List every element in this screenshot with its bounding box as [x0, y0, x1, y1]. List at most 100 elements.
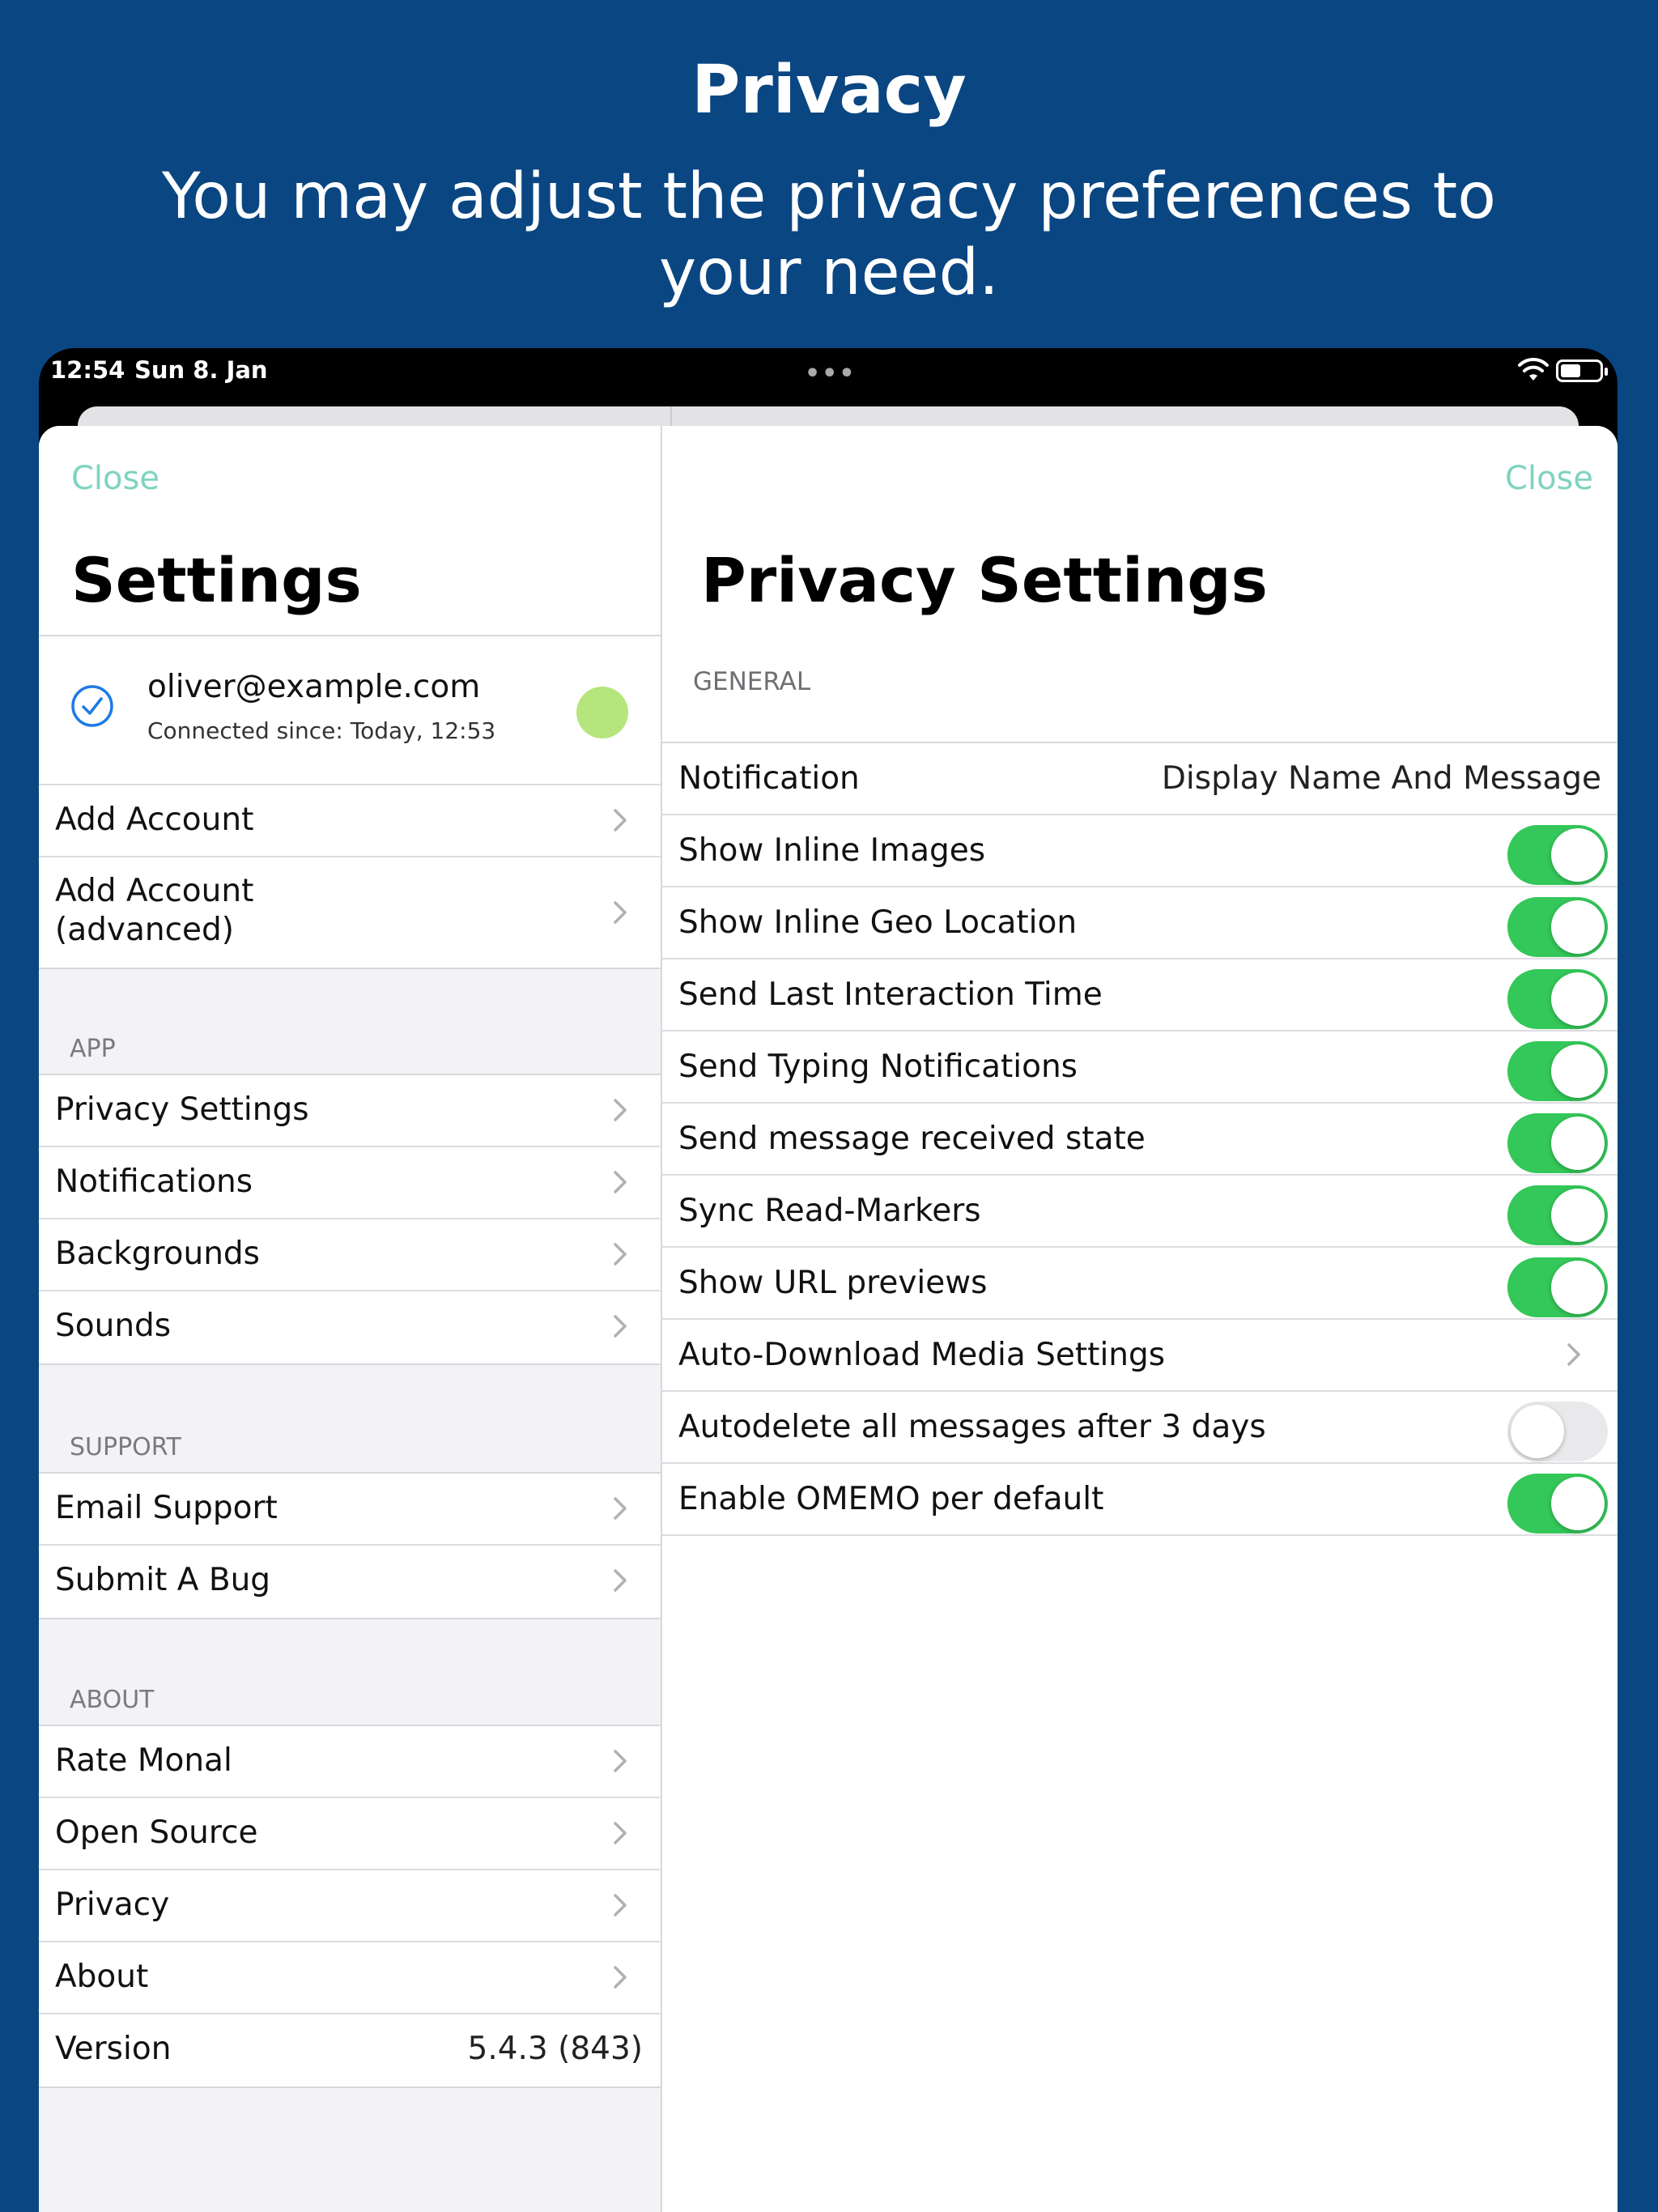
- row-label: Send Last Interaction Time: [678, 976, 1103, 1013]
- notifications-row[interactable]: Notifications: [39, 1147, 661, 1219]
- settings-title: Settings: [71, 544, 362, 616]
- multitasking-dots-icon[interactable]: •••: [805, 359, 857, 388]
- online-status-dot: [576, 687, 628, 738]
- status-time: 12:54: [50, 356, 125, 384]
- row-label: Autodelete all messages after 3 days: [678, 1409, 1266, 1445]
- about-section: Rate Monal Open Source Privacy About Ver…: [39, 1725, 661, 2088]
- add-account-advanced-row[interactable]: Add Account (advanced): [39, 857, 661, 968]
- toggle-row: Show Inline Images: [662, 815, 1618, 887]
- row-label: Add Account (advanced): [55, 873, 254, 948]
- auto-download-media-row[interactable]: Auto-Download Media Settings: [662, 1320, 1618, 1392]
- toggle-row: Send Last Interaction Time: [662, 959, 1618, 1032]
- row-label: About: [55, 1959, 149, 1995]
- notification-row[interactable]: Notification Display Name And Message: [662, 743, 1618, 815]
- privacy-title: Privacy Settings: [701, 544, 1268, 616]
- about-section-header: ABOUT: [70, 1686, 155, 1714]
- account-connection-status: Connected since: Today, 12:53: [147, 717, 496, 744]
- privacy-row[interactable]: Privacy: [39, 1870, 661, 1942]
- row-label: Privacy Settings: [55, 1091, 309, 1128]
- chevron-right-icon: [1567, 1343, 1580, 1366]
- row-label: Rate Monal: [55, 1742, 232, 1779]
- row-label: Enable OMEMO per default: [678, 1481, 1104, 1517]
- chevron-right-icon: [614, 1894, 627, 1916]
- rate-monal-row[interactable]: Rate Monal: [39, 1726, 661, 1798]
- row-label: Show Inline Geo Location: [678, 904, 1078, 941]
- row-label: Sounds: [55, 1308, 172, 1344]
- enable-omemo-toggle[interactable]: [1507, 1474, 1608, 1534]
- row-label: Add Account: [55, 802, 254, 838]
- chevron-right-icon: [614, 1750, 627, 1772]
- battery-icon: [1556, 359, 1608, 382]
- status-date: Sun 8. Jan: [134, 356, 268, 384]
- privacy-options-list: Notification Display Name And Message Sh…: [662, 742, 1618, 1536]
- show-inline-geo-location-toggle[interactable]: [1507, 897, 1608, 957]
- toggle-row: Show URL previews: [662, 1248, 1618, 1320]
- row-label: Notifications: [55, 1163, 253, 1200]
- chevron-right-icon: [614, 1171, 627, 1193]
- support-section-header: SUPPORT: [70, 1433, 181, 1461]
- add-account-row[interactable]: Add Account: [39, 785, 661, 857]
- email-support-row[interactable]: Email Support: [39, 1474, 661, 1546]
- chevron-right-icon: [614, 1966, 627, 1989]
- settings-sheet: Close Settings oliver@example.com Connec…: [39, 426, 1618, 2212]
- sync-read-markers-toggle[interactable]: [1507, 1185, 1608, 1245]
- chevron-right-icon: [614, 1243, 627, 1266]
- row-label: Sync Read-Markers: [678, 1193, 981, 1229]
- backgrounds-row[interactable]: Backgrounds: [39, 1219, 661, 1291]
- row-label: Open Source: [55, 1814, 258, 1851]
- chevron-right-icon: [614, 1099, 627, 1121]
- row-label: Backgrounds: [55, 1236, 260, 1272]
- row-label: Version: [55, 2031, 172, 2067]
- about-row[interactable]: About: [39, 1942, 661, 2014]
- settings-close-button[interactable]: Close: [71, 460, 159, 497]
- show-inline-images-toggle[interactable]: [1507, 825, 1608, 885]
- submit-bug-row[interactable]: Submit A Bug: [39, 1546, 661, 1618]
- toggle-row: Sync Read-Markers: [662, 1176, 1618, 1248]
- wifi-icon: [1518, 357, 1549, 381]
- row-label: Notification: [678, 760, 860, 797]
- checkmark-circle-icon: [71, 685, 113, 727]
- row-label: Privacy: [55, 1887, 170, 1923]
- banner-subtitle: You may adjust the privacy preferences t…: [162, 160, 1496, 309]
- chevron-right-icon: [614, 1497, 627, 1520]
- chevron-right-icon: [614, 1822, 627, 1844]
- toggle-row: Send message received state: [662, 1104, 1618, 1176]
- open-source-row[interactable]: Open Source: [39, 1798, 661, 1870]
- ipad-screen: 12:54 Sun 8. Jan ••• Close Settings oliv…: [39, 348, 1618, 2212]
- account-row[interactable]: oliver@example.com Connected since: Toda…: [39, 636, 661, 785]
- row-label: Auto-Download Media Settings: [678, 1337, 1166, 1373]
- row-label: Submit A Bug: [55, 1562, 271, 1598]
- toggle-row: Enable OMEMO per default: [662, 1464, 1618, 1536]
- toggle-row: Send Typing Notifications: [662, 1032, 1618, 1104]
- app-section-header: APP: [70, 1035, 116, 1063]
- settings-header: Close Settings: [39, 426, 661, 636]
- send-typing-notifications-toggle[interactable]: [1507, 1041, 1608, 1101]
- support-section: Email Support Submit A Bug: [39, 1472, 661, 1619]
- status-bar: 12:54 Sun 8. Jan •••: [39, 348, 1618, 406]
- autodelete-messages-toggle[interactable]: [1507, 1402, 1608, 1461]
- account-section: oliver@example.com Connected since: Toda…: [39, 635, 661, 969]
- row-label: Show Inline Images: [678, 832, 986, 869]
- sounds-row[interactable]: Sounds: [39, 1291, 661, 1363]
- send-last-interaction-time-toggle[interactable]: [1507, 969, 1608, 1029]
- row-label: Send message received state: [678, 1121, 1146, 1157]
- notification-value: Display Name And Message: [1161, 760, 1601, 797]
- chevron-right-icon: [614, 1569, 627, 1592]
- row-label: Send Typing Notifications: [678, 1049, 1078, 1085]
- app-section: Privacy Settings Notifications Backgroun…: [39, 1074, 661, 1365]
- privacy-close-button[interactable]: Close: [1505, 460, 1593, 497]
- settings-sidebar: Close Settings oliver@example.com Connec…: [39, 426, 662, 2212]
- version-value: 5.4.3 (843): [467, 2031, 644, 2067]
- chevron-right-icon: [614, 809, 627, 832]
- general-section-header: GENERAL: [693, 667, 811, 696]
- row-label: Email Support: [55, 1490, 278, 1526]
- row-label: Show URL previews: [678, 1265, 988, 1301]
- toggle-row: Autodelete all messages after 3 days: [662, 1392, 1618, 1464]
- toggle-row: Show Inline Geo Location: [662, 887, 1618, 959]
- show-url-previews-toggle[interactable]: [1507, 1257, 1608, 1317]
- chevron-right-icon: [614, 901, 627, 924]
- send-message-received-state-toggle[interactable]: [1507, 1113, 1608, 1173]
- privacy-settings-row[interactable]: Privacy Settings: [39, 1075, 661, 1147]
- version-row: Version 5.4.3 (843): [39, 2014, 661, 2087]
- account-email: oliver@example.com: [147, 669, 481, 705]
